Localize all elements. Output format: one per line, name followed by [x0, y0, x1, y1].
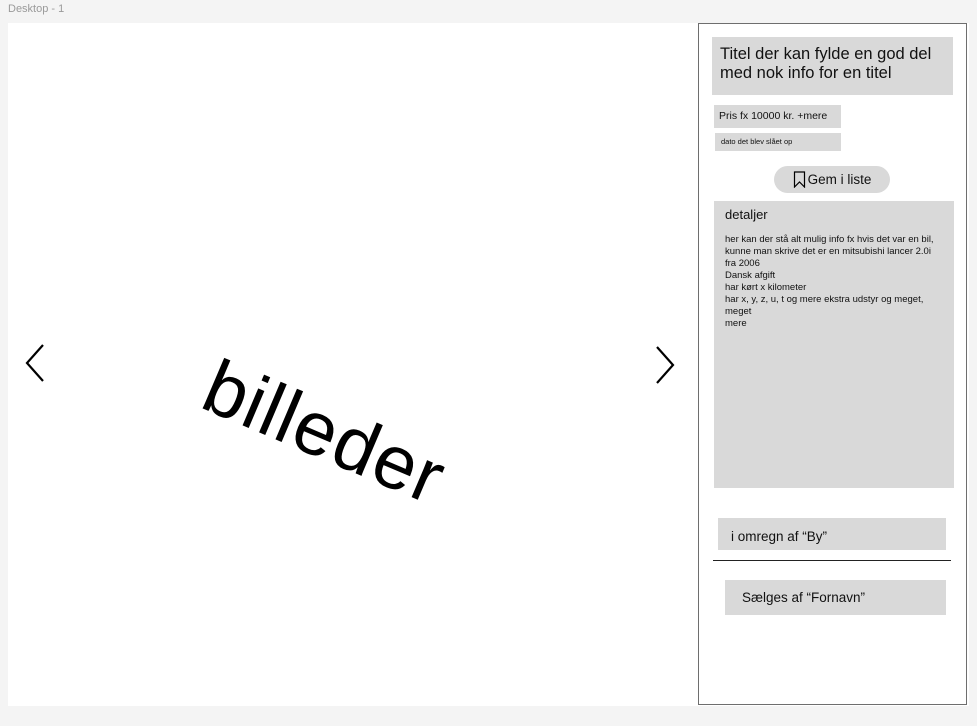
details-line: har kørt x kilometer [725, 282, 807, 293]
divider [713, 560, 951, 561]
next-image-button[interactable] [644, 340, 684, 390]
save-to-list-button[interactable]: Gem i liste [774, 166, 890, 193]
details-line: her kan der stå alt mulig info fx hvis d… [725, 234, 934, 269]
listing-date: dato det blev slået op [715, 133, 841, 151]
save-button-label: Gem i liste [807, 172, 872, 187]
image-placeholder: billeder [191, 343, 458, 522]
bookmark-icon [793, 171, 805, 188]
previous-image-button[interactable] [16, 338, 56, 388]
listing-title: Titel der kan fylde en god del med nok i… [712, 37, 953, 95]
details-line: mere [725, 318, 747, 329]
listing-info-panel: Titel der kan fylde en god del med nok i… [698, 23, 967, 705]
chevron-right-icon [656, 346, 675, 384]
listing-price: Pris fx 10000 kr. +mere [714, 105, 841, 128]
details-line: meget [725, 306, 752, 317]
frame-label: Desktop - 1 [8, 3, 65, 15]
details-line: Dansk afgift [725, 270, 776, 281]
seller-label: Sælges af “Fornavn” [725, 580, 946, 615]
details-heading: detaljer [725, 207, 768, 222]
details-section: detaljer her kan der stå alt mulig info … [714, 201, 954, 488]
details-line: har x, y, z, u, t og mere ekstra udstyr … [725, 294, 924, 305]
chevron-left-icon [25, 344, 44, 382]
location-label: i omregn af “By” [718, 518, 946, 550]
